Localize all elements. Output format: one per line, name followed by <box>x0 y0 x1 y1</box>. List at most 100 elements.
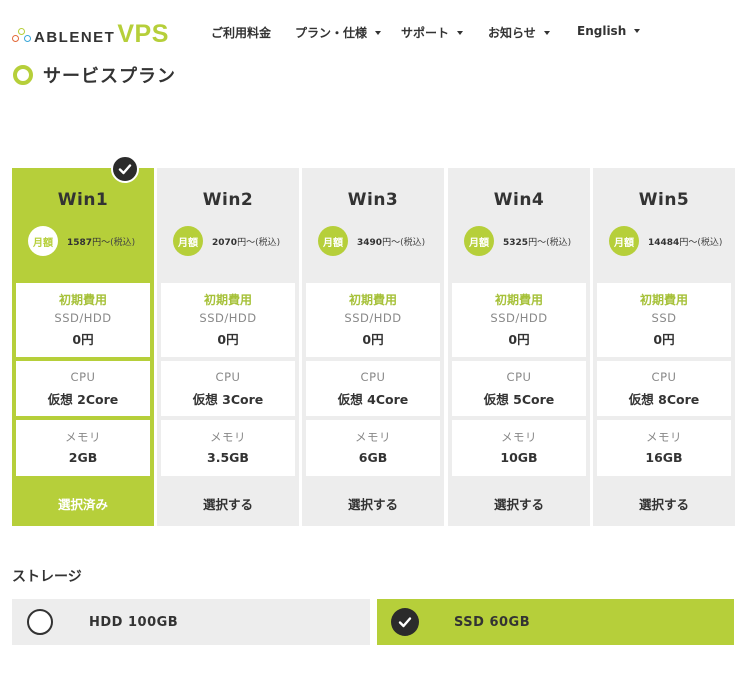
initial-fee-label: 初期費用 <box>639 293 688 307</box>
cpu-value: 仮想 4Core <box>337 392 409 407</box>
section-header: サービスプラン <box>13 62 176 88</box>
logo-text: ABLENET <box>34 29 116 46</box>
memory-value: 10GB <box>500 450 538 465</box>
nav-item-label: ご利用料金 <box>211 26 272 40</box>
memory-label: メモリ <box>646 430 682 444</box>
nav-item-label: プラン・仕様 <box>295 26 368 40</box>
monthly-badge: 月額 <box>609 226 639 256</box>
initial-fee-box: 初期費用 SSD/HDD 0円 <box>452 283 586 357</box>
check-circle-icon <box>111 155 139 183</box>
memory-value: 2GB <box>68 450 98 465</box>
storage-option-hdd[interactable]: HDD 100GB <box>12 599 370 645</box>
monthly-badge: 月額 <box>173 226 203 256</box>
cpu-box: CPU 仮想 8Core <box>597 361 731 416</box>
initial-fee-label: 初期費用 <box>58 293 107 307</box>
disk-type: SSD <box>651 311 677 325</box>
initial-fee-box: 初期費用 SSD/HDD 0円 <box>16 283 150 357</box>
price-row: 月額 1587円〜(税込) <box>28 226 135 256</box>
plan-card-win1[interactable]: Win1 月額 1587円〜(税込) 初期費用 SSD/HDD 0円 CPU 仮… <box>12 168 154 526</box>
cpu-label: CPU <box>70 370 96 384</box>
storage-heading: ストレージ <box>12 569 82 585</box>
plan-name: Win3 <box>347 190 399 210</box>
nav-item-news[interactable]: お知らせ <box>488 24 550 41</box>
initial-fee-value: 0円 <box>362 332 384 347</box>
radio-empty-icon <box>27 609 53 635</box>
select-plan-button[interactable]: 選択する <box>593 494 735 513</box>
cpu-label: CPU <box>215 370 241 384</box>
cpu-box: CPU 仮想 4Core <box>306 361 440 416</box>
site-header: ABLENET VPS ご利用料金 プラン・仕様 サポート お知らせ Engli… <box>0 0 748 64</box>
nav-item-english[interactable]: English <box>577 24 641 38</box>
plan-name: Win5 <box>638 190 690 210</box>
memory-box: メモリ 2GB <box>16 420 150 476</box>
cpu-box: CPU 仮想 3Core <box>161 361 295 416</box>
nav-item-label: サポート <box>401 26 450 40</box>
memory-label: メモリ <box>210 430 246 444</box>
initial-fee-value: 0円 <box>508 332 530 347</box>
storage-option-label: HDD 100GB <box>89 614 179 630</box>
initial-fee-label: 初期費用 <box>203 293 252 307</box>
disk-type: SSD/HDD <box>199 311 257 325</box>
memory-value: 6GB <box>358 450 388 465</box>
select-plan-button[interactable]: 選択する <box>448 494 590 513</box>
memory-label: メモリ <box>65 430 101 444</box>
initial-fee-value: 0円 <box>217 332 239 347</box>
memory-box: メモリ 10GB <box>452 420 586 476</box>
disk-type: SSD/HDD <box>54 311 112 325</box>
initial-fee-value: 0円 <box>72 332 94 347</box>
initial-fee-box: 初期費用 SSD/HDD 0円 <box>161 283 295 357</box>
initial-fee-label: 初期費用 <box>348 293 397 307</box>
price-row: 月額 2070円〜(税込) <box>173 226 280 256</box>
initial-fee-label: 初期費用 <box>494 293 543 307</box>
cpu-value: 仮想 3Core <box>192 392 264 407</box>
nav-item-label: English <box>577 24 627 38</box>
disk-type: SSD/HDD <box>490 311 548 325</box>
caret-down-icon <box>634 29 641 33</box>
price-text: 2070円〜(税込) <box>212 237 281 248</box>
memory-box: メモリ 6GB <box>306 420 440 476</box>
memory-box: メモリ 3.5GB <box>161 420 295 476</box>
plan-name: Win4 <box>493 190 545 210</box>
cpu-label: CPU <box>651 370 677 384</box>
monthly-badge: 月額 <box>28 226 58 256</box>
page-title: サービスプラン <box>43 66 176 87</box>
cpu-box: CPU 仮想 5Core <box>452 361 586 416</box>
price-row: 月額 14484円〜(税込) <box>609 226 722 256</box>
memory-box: メモリ 16GB <box>597 420 731 476</box>
initial-fee-box: 初期費用 SSD/HDD 0円 <box>306 283 440 357</box>
nav-item-support[interactable]: サポート <box>401 24 464 41</box>
price-text: 3490円〜(税込) <box>357 237 426 248</box>
caret-down-icon <box>543 30 550 35</box>
initial-fee-box: 初期費用 SSD 0円 <box>597 283 731 357</box>
nav-item-pricing[interactable]: ご利用料金 <box>211 24 271 41</box>
plan-card-win4[interactable]: Win4 月額 5325円〜(税込) 初期費用 SSD/HDD 0円 CPU 仮… <box>448 168 590 526</box>
plan-card-win2[interactable]: Win2 月額 2070円〜(税込) 初期費用 SSD/HDD 0円 CPU 仮… <box>157 168 299 526</box>
caret-down-icon <box>457 30 464 35</box>
price-text: 14484円〜(税込) <box>648 237 723 248</box>
cpu-value: 仮想 8Core <box>628 392 700 407</box>
check-circle-icon <box>391 608 419 636</box>
plan-card-win3[interactable]: Win3 月額 3490円〜(税込) 初期費用 SSD/HDD 0円 CPU 仮… <box>302 168 444 526</box>
price-text: 5325円〜(税込) <box>503 237 572 248</box>
monthly-badge: 月額 <box>318 226 348 256</box>
nav-item-label: お知らせ <box>488 26 536 40</box>
select-plan-button[interactable]: 選択する <box>157 494 299 513</box>
plan-name: Win1 <box>57 190 109 210</box>
select-plan-button[interactable]: 選択済み <box>12 494 154 513</box>
cpu-label: CPU <box>360 370 386 384</box>
monthly-badge: 月額 <box>464 226 494 256</box>
cpu-value: 仮想 2Core <box>47 392 119 407</box>
memory-value: 16GB <box>645 450 683 465</box>
nav-item-plans[interactable]: プラン・仕様 <box>295 24 382 41</box>
ring-icon <box>13 65 33 85</box>
plan-name: Win2 <box>202 190 254 210</box>
cpu-label: CPU <box>506 370 532 384</box>
price-row: 月額 5325円〜(税込) <box>464 226 571 256</box>
memory-label: メモリ <box>501 430 537 444</box>
plan-card-win5[interactable]: Win5 月額 14484円〜(税込) 初期費用 SSD 0円 CPU 仮想 8… <box>593 168 735 526</box>
select-plan-button[interactable]: 選択する <box>302 494 444 513</box>
caret-down-icon <box>375 30 382 35</box>
ablenet-vps-logo[interactable]: ABLENET VPS <box>12 22 169 47</box>
storage-option-ssd[interactable]: SSD 60GB <box>377 599 734 645</box>
cpu-value: 仮想 5Core <box>483 392 555 407</box>
